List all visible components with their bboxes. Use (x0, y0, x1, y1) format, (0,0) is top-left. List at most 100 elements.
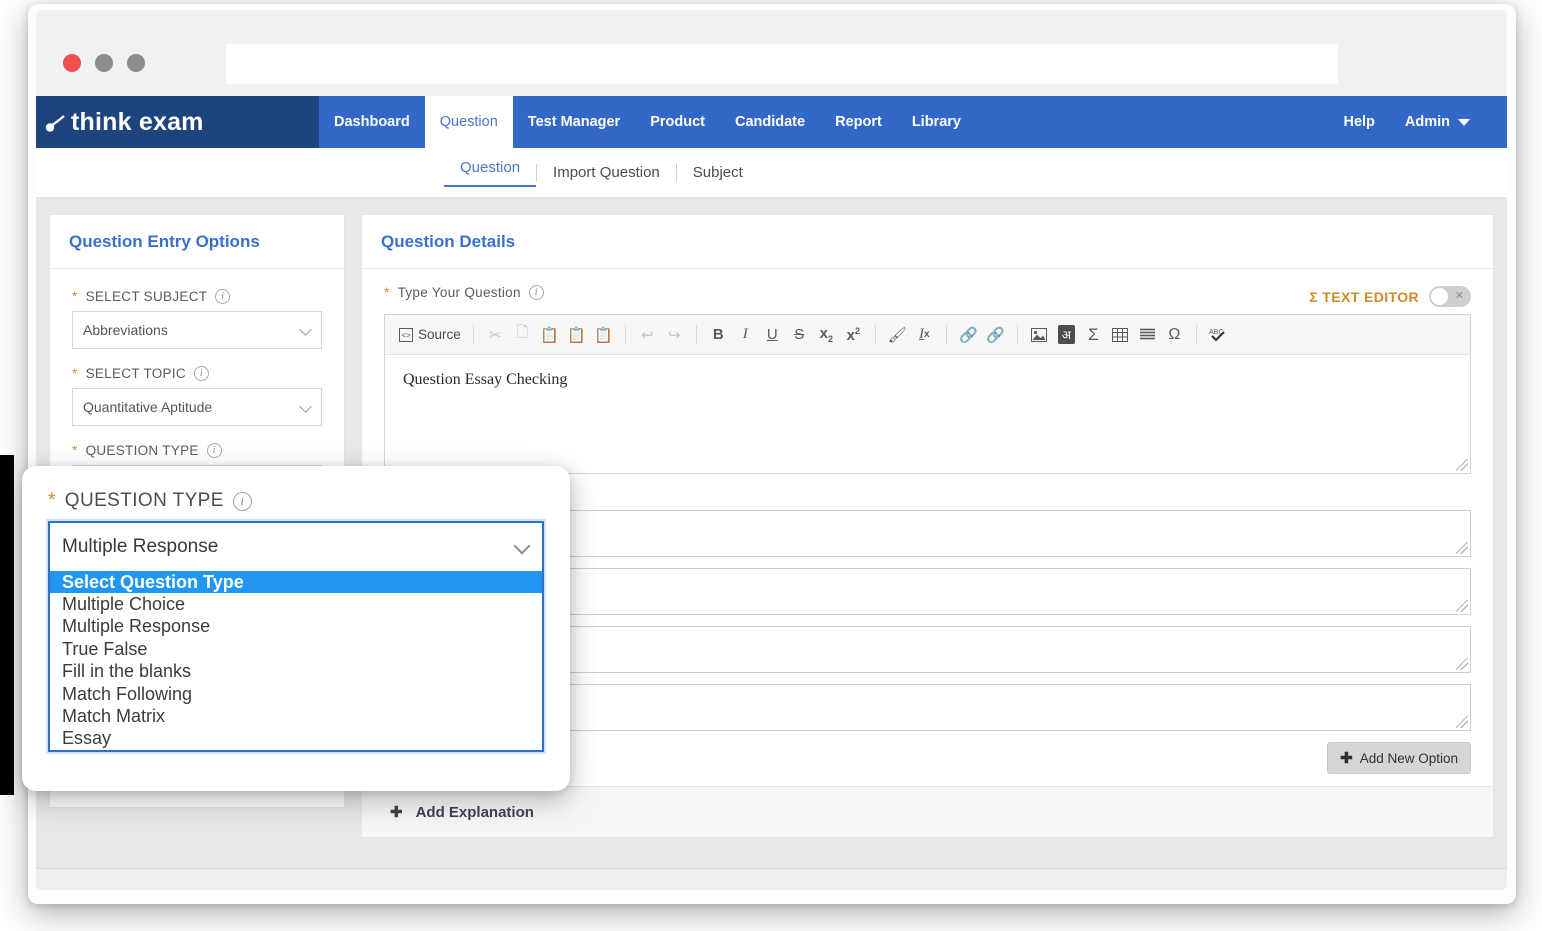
link-icon[interactable]: 🔗 (956, 322, 981, 348)
question-text-area[interactable]: Question Essay Checking (385, 355, 1470, 473)
question-type-option-multiple-choice[interactable]: Multiple Choice (50, 593, 542, 615)
add-explanation-label: Add Explanation (415, 803, 534, 821)
question-type-selected-value-row[interactable]: Multiple Response (50, 523, 542, 571)
toolbar-divider (695, 325, 697, 344)
underline-icon[interactable]: U (760, 322, 785, 348)
window-controls[interactable] (63, 54, 145, 72)
text-editor-toggle[interactable]: ✕ (1429, 286, 1471, 307)
copy-formatting-icon[interactable]: 🖌 (885, 322, 910, 348)
required-marker: * (72, 443, 78, 458)
help-label: Help (1343, 114, 1375, 130)
info-icon[interactable]: i (528, 285, 544, 300)
info-icon[interactable]: i (232, 491, 252, 511)
table-icon[interactable] (1108, 322, 1133, 348)
navbar-items: Dashboard Question Test Manager Product … (319, 96, 976, 148)
nav-label: Dashboard (334, 114, 410, 130)
text-editor-toggle-label: Σ TEXT EDITOR (1309, 288, 1419, 305)
spellcheck-icon[interactable]: ABC (1206, 322, 1231, 348)
add-new-option-button[interactable]: ✚ Add New Option (1327, 742, 1471, 774)
remove-format-icon[interactable]: Ix (912, 322, 937, 348)
account-menu[interactable]: Admin (1390, 114, 1485, 130)
question-type-select-open[interactable]: Multiple Response Select Question Type M… (48, 521, 544, 753)
select-topic-dropdown[interactable]: Quantitative Aptitude (72, 388, 322, 426)
question-type-option-fill-in-the-blanks[interactable]: Fill in the blanks (50, 661, 542, 683)
question-type-option-multiple-response[interactable]: Multiple Response (50, 616, 542, 638)
unlink-icon[interactable]: 🔗 (983, 322, 1008, 348)
strikethrough-icon[interactable]: S (787, 322, 812, 348)
question-editor-header: * Type Your Question i Σ TEXT EDITOR ✕ (384, 285, 1471, 307)
minimize-window-icon[interactable] (95, 54, 113, 72)
special-character-icon[interactable]: Ω (1162, 322, 1187, 348)
paste-as-text-icon[interactable]: 📋 (564, 322, 589, 348)
subnav-item-subject[interactable]: Subject (677, 164, 759, 181)
question-type-option-select-question-type[interactable]: Select Question Type (50, 571, 542, 594)
nav-label: Test Manager (527, 114, 621, 130)
resize-handle[interactable] (1456, 542, 1468, 554)
nav-item-library[interactable]: Library (897, 96, 976, 148)
select-subject-field: * SELECT SUBJECT i Abbreviations (72, 289, 322, 349)
cut-icon[interactable]: ✂ (483, 322, 508, 348)
subnav-item-import-question[interactable]: Import Question (537, 164, 676, 181)
image-icon[interactable] (1027, 322, 1052, 348)
chevron-down-icon (1458, 118, 1470, 126)
redo-icon[interactable]: ↪ (662, 322, 687, 348)
chevron-down-icon (299, 323, 312, 336)
question-type-zoom-popup: * QUESTION TYPE i Multiple Response Selec… (22, 466, 570, 791)
resize-handle[interactable] (1456, 658, 1468, 670)
copy-icon[interactable]: 🗋 (510, 322, 535, 348)
add-new-option-label: Add New Option (1359, 750, 1458, 766)
maximize-window-icon[interactable] (127, 54, 145, 72)
question-type-option-essay[interactable]: Essay (50, 728, 542, 750)
nav-item-question[interactable]: Question (424, 96, 513, 148)
question-type-option-true-false[interactable]: True False (50, 638, 542, 660)
bold-icon[interactable]: B (706, 322, 731, 348)
toggle-knob (1431, 288, 1448, 305)
info-icon[interactable]: i (215, 289, 231, 304)
undo-icon[interactable]: ↩ (635, 322, 660, 348)
nav-item-test-manager[interactable]: Test Manager (513, 96, 635, 148)
brand-logo[interactable]: think exam (36, 96, 319, 148)
toolbar-divider (624, 325, 626, 344)
question-type-option-match-following[interactable]: Match Following (50, 683, 542, 705)
info-icon[interactable]: i (193, 366, 209, 381)
paste-icon[interactable]: 📋 (537, 322, 562, 348)
resize-handle[interactable] (1456, 716, 1468, 728)
chevron-down-icon (513, 537, 531, 555)
browser-bottom-strip (36, 868, 1507, 890)
hindi-keyboard-icon[interactable]: अ (1054, 322, 1079, 348)
nav-item-report[interactable]: Report (820, 96, 897, 148)
label-text: QUESTION TYPE (64, 490, 224, 511)
subnav-item-question[interactable]: Question (444, 159, 537, 187)
resize-handle[interactable] (1456, 459, 1468, 471)
required-marker: * (384, 285, 390, 300)
address-bar[interactable] (226, 44, 1338, 84)
horizontal-line-icon[interactable] (1135, 322, 1160, 348)
required-marker: * (72, 366, 78, 381)
select-subject-dropdown[interactable]: Abbreviations (72, 311, 322, 349)
italic-icon[interactable]: I (733, 322, 758, 348)
select-subject-label: * SELECT SUBJECT i (72, 289, 322, 304)
close-window-icon[interactable] (63, 54, 81, 72)
nav-item-candidate[interactable]: Candidate (720, 96, 820, 148)
account-label: Admin (1404, 114, 1450, 130)
nav-item-dashboard[interactable]: Dashboard (319, 96, 425, 148)
subscript-icon[interactable]: x2 (814, 322, 839, 348)
question-type-popup-label: * QUESTION TYPE i (48, 490, 544, 512)
question-type-option-match-matrix[interactable]: Match Matrix (50, 705, 542, 727)
resize-handle[interactable] (1456, 600, 1468, 612)
math-sigma-icon[interactable]: Σ (1081, 322, 1106, 348)
plus-icon: ✚ (1340, 750, 1353, 767)
nav-label: Report (835, 114, 882, 130)
nav-item-help[interactable]: Help (1328, 114, 1389, 130)
superscript-icon[interactable]: x2 (841, 322, 866, 348)
add-explanation-button[interactable]: ✚ Add Explanation (362, 786, 1493, 837)
info-icon[interactable]: i (206, 443, 222, 458)
label-text: Type Your Question (397, 285, 521, 300)
nav-item-product[interactable]: Product (635, 96, 720, 148)
sub-navbar: Question Import Question Subject (36, 148, 1507, 198)
paste-from-word-icon[interactable]: 📋 (591, 322, 616, 348)
toolbar-divider (874, 325, 876, 344)
source-icon[interactable]: <> Source (396, 322, 464, 348)
editor-toolbar: <> Source ✂ 🗋 📋 📋 📋 ↩ ↪ B I U S x2 x2 🖌 … (385, 315, 1470, 355)
nav-label: Product (650, 114, 705, 130)
